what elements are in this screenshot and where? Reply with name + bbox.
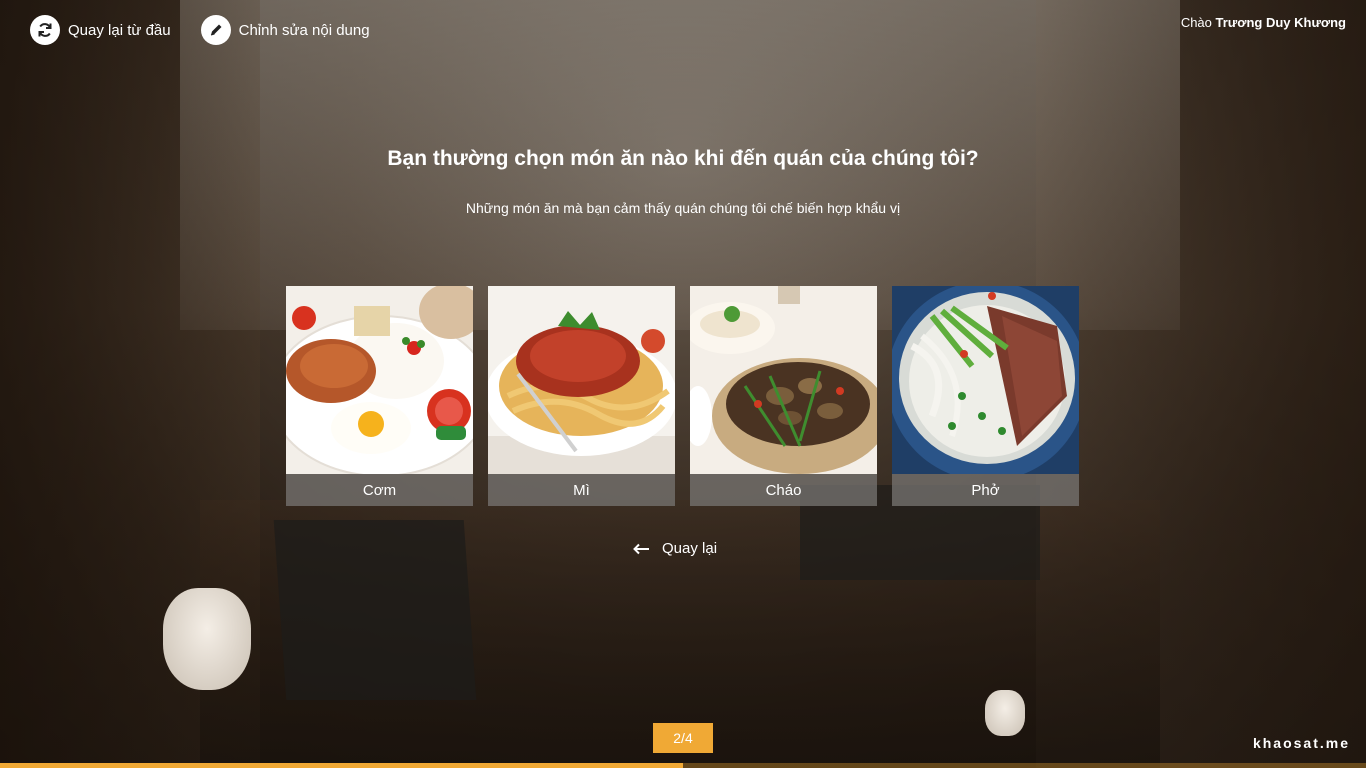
food-image-chao: [690, 286, 877, 474]
option-pho[interactable]: Phở: [892, 286, 1079, 506]
progress-bar-fill: [0, 763, 683, 768]
option-mi[interactable]: Mì: [488, 286, 675, 506]
question-title: Bạn thường chọn món ăn nào khi đến quán …: [387, 147, 979, 170]
option-label: Mì: [488, 474, 675, 506]
greeting-prefix: Chào: [1180, 15, 1212, 30]
pencil-icon: [200, 15, 231, 45]
option-label: Cháo: [690, 474, 877, 506]
back-button[interactable]: Quay lại: [632, 540, 717, 557]
answer-options: Cơm Mì Cháo Phở: [286, 286, 1079, 506]
restart-label: Quay lại từ đầu: [68, 21, 171, 39]
question-subtitle: Những món ăn mà bạn cảm thấy quán chúng …: [465, 200, 901, 216]
background-lamp: [985, 690, 1025, 736]
page-indicator: 2/4: [653, 723, 713, 753]
food-image-com: [286, 286, 473, 474]
back-label: Quay lại: [662, 540, 718, 557]
brand-logo-text: khaosat.me: [1252, 735, 1350, 751]
option-label: Phở: [892, 474, 1079, 506]
refresh-icon: [30, 15, 60, 45]
question-title-wrapper: Bạn thường chọn món ăn nào khi đến quán …: [0, 147, 1366, 171]
option-label: Cơm: [286, 474, 473, 506]
top-actions: Quay lại từ đầu Chỉnh sửa nội dung: [30, 15, 370, 45]
progress-bar: [0, 763, 1366, 768]
background-lamp: [163, 588, 251, 690]
background-table: [273, 520, 477, 700]
edit-content-button[interactable]: Chỉnh sửa nội dung: [200, 15, 370, 45]
option-chao[interactable]: Cháo: [690, 286, 877, 506]
background-wall-left: [0, 0, 260, 768]
food-image-mi: [488, 286, 675, 474]
restart-button[interactable]: Quay lại từ đầu: [30, 15, 171, 45]
background-wall-right: [1036, 0, 1366, 768]
edit-content-label: Chỉnh sửa nội dung: [238, 21, 370, 39]
user-name: Trương Duy Khương: [1215, 15, 1346, 30]
user-greeting: Chào Trương Duy Khương: [1181, 15, 1346, 30]
food-image-pho: [892, 286, 1079, 474]
arrow-left-icon: [633, 543, 649, 554]
option-com[interactable]: Cơm: [286, 286, 473, 506]
